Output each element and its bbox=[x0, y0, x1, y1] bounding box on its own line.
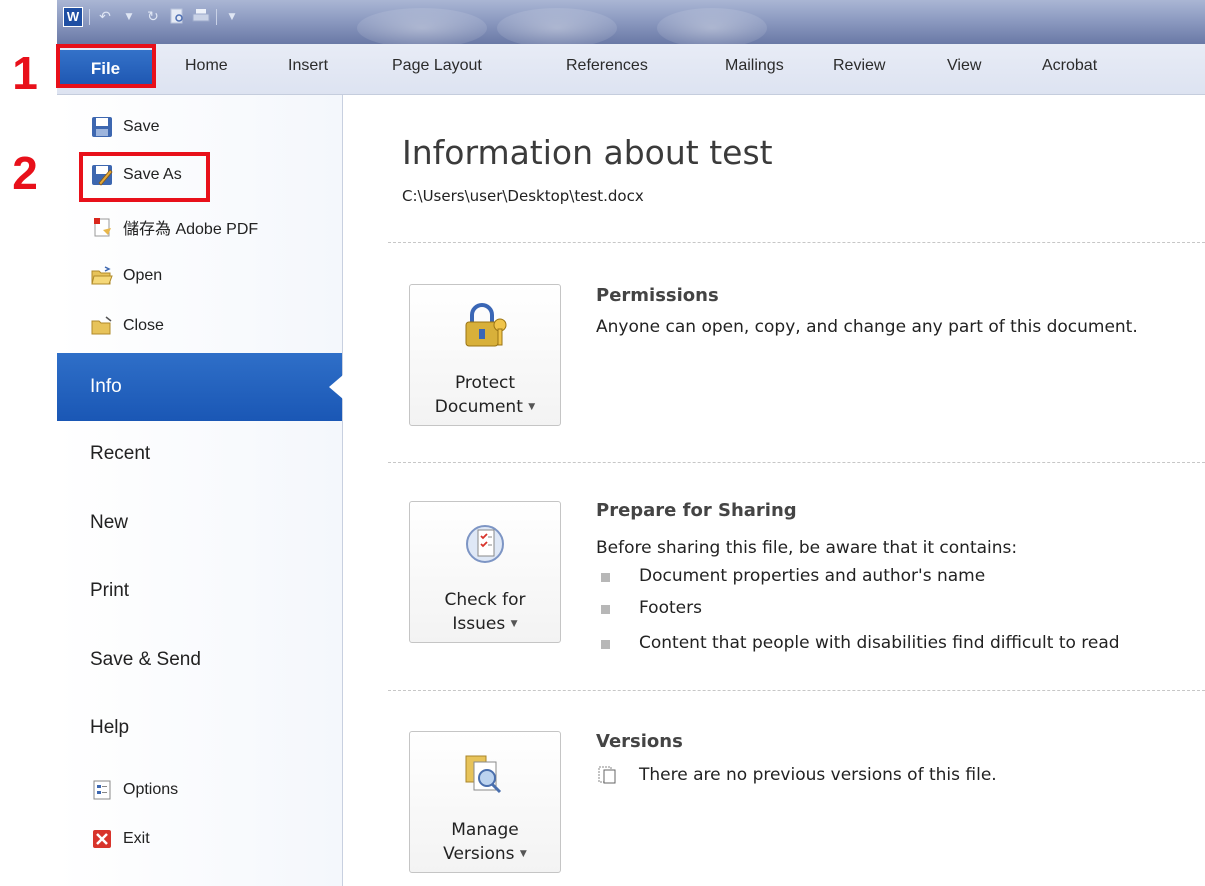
title-glow bbox=[657, 8, 767, 48]
quick-print-icon[interactable] bbox=[192, 8, 210, 26]
close-folder-icon bbox=[91, 315, 113, 337]
dropdown-arrow-icon: ▼ bbox=[528, 402, 536, 412]
bullet-icon bbox=[601, 640, 610, 649]
nav-help[interactable]: Help bbox=[57, 706, 342, 750]
save-as-adobe-pdf-label: 儲存為 Adobe PDF bbox=[123, 221, 259, 238]
bullet-icon bbox=[601, 605, 610, 614]
toolbar-separator bbox=[216, 9, 217, 25]
permissions-title: Permissions bbox=[596, 285, 719, 306]
step-number-2: 2 bbox=[12, 147, 38, 199]
tab-review[interactable]: Review bbox=[833, 57, 885, 75]
check-for-issues-label-1: Check for bbox=[444, 590, 526, 610]
options-label: Options bbox=[123, 781, 179, 798]
title-glow bbox=[497, 8, 617, 48]
undo-dropdown-icon[interactable]: ▼ bbox=[120, 8, 138, 26]
section-divider bbox=[388, 462, 1205, 463]
info-panel: Information about test C:\Users\user\Des… bbox=[343, 95, 1205, 886]
close-command[interactable]: Close bbox=[91, 311, 164, 341]
versions-title: Versions bbox=[596, 731, 683, 752]
ribbon-tabs: File Home Insert Page Layout References … bbox=[57, 44, 1205, 95]
bullet-icon bbox=[601, 573, 610, 582]
prepare-for-sharing-title: Prepare for Sharing bbox=[596, 500, 797, 521]
checklist-icon bbox=[460, 518, 510, 568]
nav-info[interactable]: Info bbox=[57, 353, 343, 421]
nav-recent[interactable]: Recent bbox=[57, 432, 342, 476]
exit-icon bbox=[91, 828, 113, 850]
permissions-text: Anyone can open, copy, and change any pa… bbox=[596, 317, 1138, 337]
save-as-adobe-pdf-command[interactable]: 儲存為 Adobe PDF bbox=[91, 212, 258, 242]
save-label: Save bbox=[123, 118, 160, 135]
sharing-item: Content that people with disabilities fi… bbox=[639, 633, 1120, 653]
sharing-item: Footers bbox=[639, 598, 702, 618]
word-window: W ↶ ▼ ↻ ▼ File Home Insert Page Layout R… bbox=[56, 0, 1205, 886]
tab-references[interactable]: References bbox=[566, 57, 648, 75]
dropdown-arrow-icon: ▼ bbox=[510, 619, 518, 629]
protect-document-label-1: Protect bbox=[454, 373, 516, 393]
toolbar-separator bbox=[89, 9, 90, 25]
tab-page-layout[interactable]: Page Layout bbox=[392, 57, 482, 75]
section-divider bbox=[388, 690, 1205, 691]
lock-key-icon bbox=[460, 301, 510, 351]
tab-insert[interactable]: Insert bbox=[288, 57, 328, 75]
tab-home[interactable]: Home bbox=[185, 57, 228, 75]
print-preview-icon[interactable] bbox=[168, 8, 186, 26]
prepare-for-sharing-text: Before sharing this file, be aware that … bbox=[596, 538, 1018, 558]
adobe-pdf-icon bbox=[91, 216, 113, 238]
file-tab-highlight bbox=[56, 44, 156, 88]
nav-print[interactable]: Print bbox=[57, 569, 342, 613]
title-glow bbox=[357, 8, 487, 48]
tab-acrobat[interactable]: Acrobat bbox=[1042, 57, 1097, 75]
section-divider bbox=[388, 242, 1205, 243]
check-for-issues-label-2: Issues bbox=[452, 614, 506, 634]
manage-versions-button[interactable]: Manage Versions ▼ bbox=[409, 731, 561, 873]
exit-label: Exit bbox=[123, 830, 150, 847]
tab-mailings[interactable]: Mailings bbox=[725, 57, 784, 75]
options-command[interactable]: Options bbox=[91, 775, 178, 805]
protect-document-button[interactable]: Protect Document ▼ bbox=[409, 284, 561, 426]
document-version-icon bbox=[597, 765, 617, 785]
manage-versions-icon bbox=[460, 748, 510, 798]
manage-versions-label-1: Manage bbox=[451, 820, 519, 840]
undo-icon[interactable]: ↶ bbox=[96, 8, 114, 26]
open-label: Open bbox=[123, 267, 163, 284]
dropdown-arrow-icon: ▼ bbox=[519, 849, 527, 859]
close-label: Close bbox=[123, 317, 164, 334]
file-path: C:\Users\user\Desktop\test.docx bbox=[402, 187, 644, 205]
tab-view[interactable]: View bbox=[947, 57, 981, 75]
versions-text: There are no previous versions of this f… bbox=[639, 765, 997, 785]
quick-access-toolbar: W ↶ ▼ ↻ ▼ bbox=[63, 6, 241, 28]
nav-new[interactable]: New bbox=[57, 501, 342, 545]
save-as-highlight bbox=[79, 152, 210, 202]
options-icon bbox=[91, 779, 113, 801]
check-for-issues-button[interactable]: Check for Issues ▼ bbox=[409, 501, 561, 643]
page-title: Information about test bbox=[402, 133, 773, 172]
exit-command[interactable]: Exit bbox=[91, 824, 150, 854]
save-command[interactable]: Save bbox=[91, 112, 159, 142]
nav-save-send[interactable]: Save & Send bbox=[57, 638, 342, 682]
save-icon bbox=[91, 116, 113, 138]
title-bar: W ↶ ▼ ↻ ▼ bbox=[57, 0, 1205, 48]
open-folder-icon bbox=[91, 265, 113, 287]
step-number-1: 1 bbox=[12, 47, 38, 99]
word-logo-icon[interactable]: W bbox=[63, 7, 83, 27]
backstage-nav: Save Save As 儲存為 Adobe PDF Open Close In… bbox=[57, 95, 343, 886]
redo-icon[interactable]: ↻ bbox=[144, 8, 162, 26]
manage-versions-label-2: Versions bbox=[443, 844, 515, 864]
protect-document-label-2: Document bbox=[434, 397, 523, 417]
sharing-item: Document properties and author's name bbox=[639, 566, 986, 586]
open-command[interactable]: Open bbox=[91, 261, 162, 291]
customize-toolbar-icon[interactable]: ▼ bbox=[223, 8, 241, 26]
